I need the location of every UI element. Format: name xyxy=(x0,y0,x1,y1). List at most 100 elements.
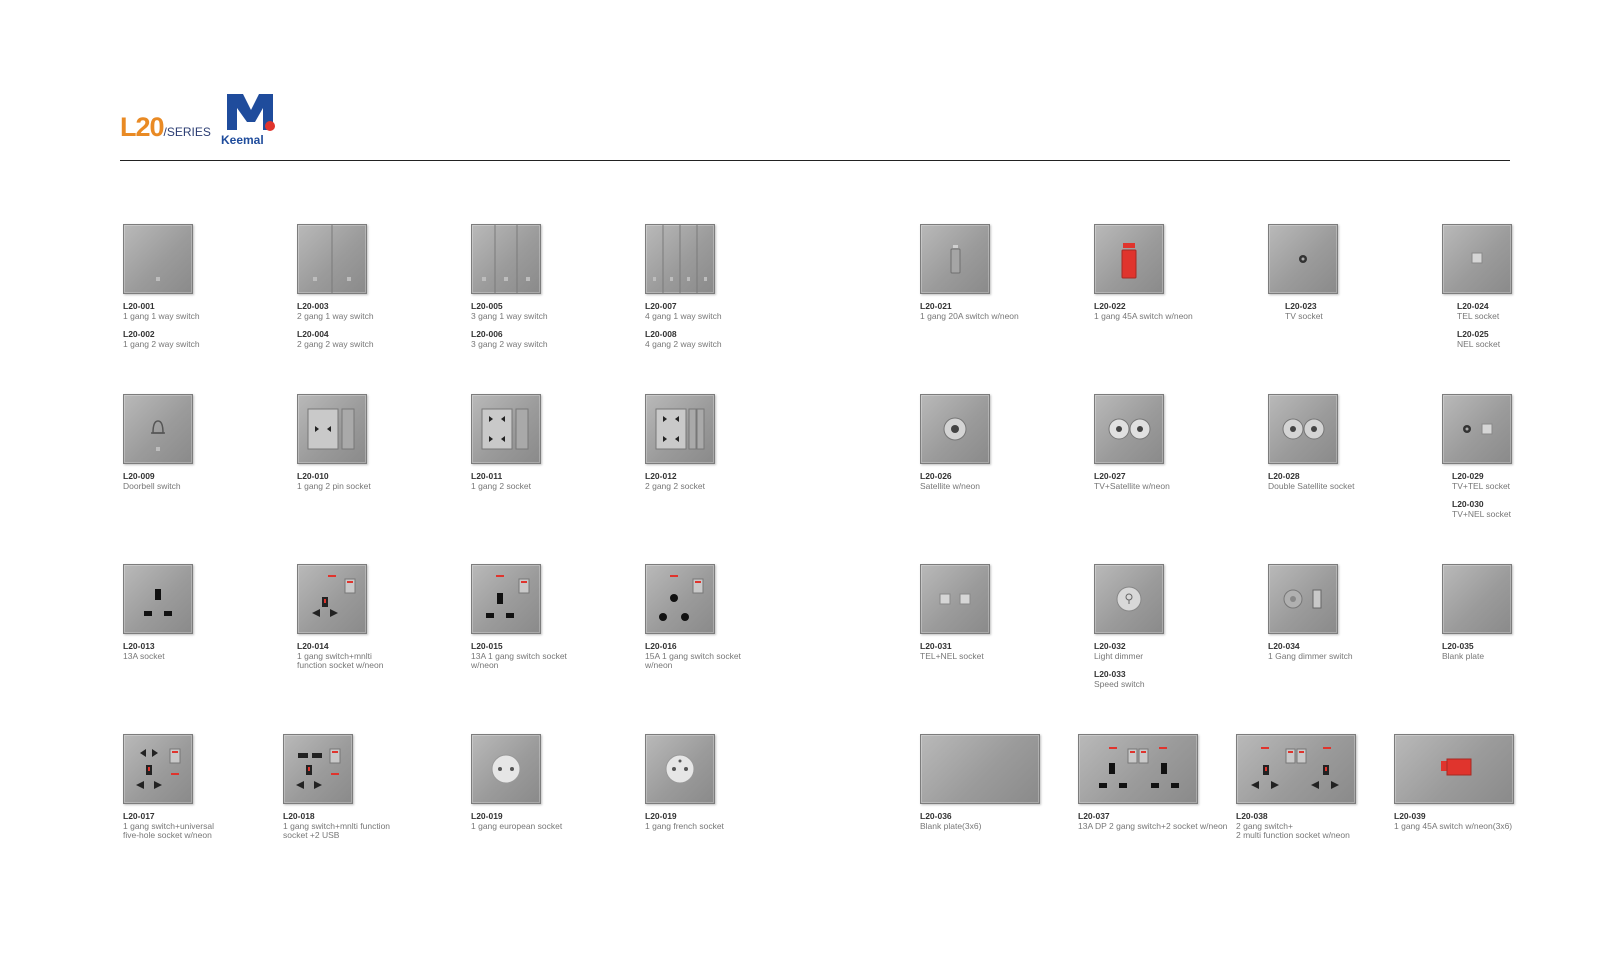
product-label: L20-009 Doorbell switch xyxy=(123,471,181,491)
tel-socket-icon xyxy=(1471,252,1483,264)
product-tile xyxy=(1442,394,1512,464)
satellite-socket-icon xyxy=(943,417,967,441)
european-socket-icon xyxy=(491,754,521,784)
product-tile xyxy=(471,734,541,804)
product-desc: w/neon xyxy=(645,660,673,670)
45a-switch-wide-icon xyxy=(1441,758,1472,776)
product-desc: TV+NEL socket xyxy=(1452,508,1511,519)
product-label: L20-021 1 gang 20A switch w/neon xyxy=(920,301,1019,321)
series-name: L20 xyxy=(120,112,165,142)
product-desc: 13A DP 2 gang switch+2 socket w/neon xyxy=(1078,820,1228,831)
product-desc: 1 Gang dimmer switch xyxy=(1268,650,1353,661)
product-label: L20-028 Double Satellite socket xyxy=(1268,471,1355,491)
product-label: L20-029 TV+TEL socket L20-030 TV+NEL soc… xyxy=(1452,471,1511,519)
product-desc: Doorbell switch xyxy=(123,480,181,491)
product-tile xyxy=(645,564,715,634)
product-desc: Satellite w/neon xyxy=(920,480,981,491)
product-desc: 1 gang 2 way switch xyxy=(123,338,200,349)
product-desc: Light dimmer xyxy=(1094,650,1144,661)
product-desc: socket +2 USB xyxy=(283,830,340,840)
double-socket-two-gang-icon xyxy=(655,408,705,450)
product-tile xyxy=(645,394,715,464)
product-label: L20-013 13A socket xyxy=(123,641,165,661)
product-desc: 2 gang 2 way switch xyxy=(297,338,374,349)
product-label: L20-027 TV+Satellite w/neon xyxy=(1094,471,1170,491)
tv-satellite-socket-icon xyxy=(1108,418,1151,440)
product-tile xyxy=(123,394,193,464)
product-tile xyxy=(1094,394,1164,464)
product-tile xyxy=(471,394,541,464)
product-label: L20-039 1 gang 45A switch w/neon(3x6) xyxy=(1394,811,1513,831)
product-label: L20-007 4 gang 1 way switch L20-008 4 ga… xyxy=(645,301,722,349)
series-title: L20/SERIES xyxy=(120,112,211,143)
product-tile xyxy=(1442,224,1512,294)
product-label: L20-037 13A DP 2 gang switch+2 socket w/… xyxy=(1078,811,1228,831)
product-tile xyxy=(920,564,990,634)
product-label: L20-024 TEL socket L20-025 NEL socket xyxy=(1457,301,1500,349)
three-gang-switch-icon xyxy=(482,225,530,293)
product-tile xyxy=(471,564,541,634)
product-label: L20-032 Light dimmer L20-033 Speed switc… xyxy=(1094,641,1145,689)
product-tile xyxy=(920,394,990,464)
product-desc: five-hole socket w/neon xyxy=(123,830,212,840)
product-desc: 1 gang french socket xyxy=(645,820,724,831)
two-pin-socket-icon xyxy=(307,408,355,450)
product-label: L20-015 13A 1 gang switch socket w/neon xyxy=(471,641,567,671)
product-tile xyxy=(645,224,715,294)
tel-nel-socket-icon xyxy=(939,593,971,605)
product-desc: 1 gang 45A switch w/neon(3x6) xyxy=(1394,820,1513,831)
product-desc: 1 gang 45A switch w/neon xyxy=(1094,310,1193,321)
product-tile xyxy=(297,394,367,464)
product-tile xyxy=(645,734,715,804)
product-desc: function socket w/neon xyxy=(297,660,384,670)
product-label: L20-001 1 gang 1 way switch L20-002 1 ga… xyxy=(123,301,200,349)
dimmer-switch-icon xyxy=(1283,589,1322,609)
product-label: L20-023 TV socket xyxy=(1285,301,1323,321)
product-desc: 1 gang 2 socket xyxy=(471,480,532,491)
two-gang-switch-icon xyxy=(313,225,351,293)
product-label: L20-017 1 gang switch+universal five-hol… xyxy=(123,811,214,841)
product-desc: TEL socket xyxy=(1457,310,1500,321)
double-socket-icon xyxy=(481,408,529,450)
switch-rocker-icon xyxy=(156,277,160,281)
product-desc: 1 gang 20A switch w/neon xyxy=(920,310,1019,321)
product-tile xyxy=(1268,224,1338,294)
bell-icon xyxy=(151,420,165,451)
product-label: L20-019 1 gang french socket xyxy=(645,811,724,831)
20a-switch-icon xyxy=(950,245,961,274)
product-desc: TV socket xyxy=(1285,310,1323,321)
13a-socket-icon xyxy=(144,589,172,616)
brand-name: Keemal xyxy=(221,133,264,147)
product-label: L20-012 2 gang 2 socket xyxy=(645,471,705,491)
product-desc: 1 gang european socket xyxy=(471,820,563,831)
product-desc: Blank plate xyxy=(1442,650,1485,661)
dimmer-knob-icon xyxy=(1116,586,1142,612)
product-label: L20-036 Blank plate(3x6) xyxy=(920,811,981,831)
product-tile xyxy=(1442,564,1512,634)
product-desc: 1 gang 1 way switch xyxy=(123,310,200,321)
usb-socket-icon xyxy=(296,748,341,789)
tv-tel-socket-icon xyxy=(1463,423,1493,435)
product-label: L20-031 TEL+NEL socket xyxy=(920,641,984,661)
product-tile xyxy=(1268,394,1338,464)
product-desc: 13A socket xyxy=(123,650,165,661)
product-desc: Double Satellite socket xyxy=(1268,480,1355,491)
product-label: L20-019 1 gang european socket xyxy=(471,811,563,831)
product-desc: 3 gang 1 way switch xyxy=(471,310,548,321)
product-label: L20-010 1 gang 2 pin socket xyxy=(297,471,371,491)
double-multi-function-socket-icon xyxy=(1251,747,1339,789)
product-desc: Speed switch xyxy=(1094,678,1145,689)
product-label: L20-014 1 gang switch+mnlti function soc… xyxy=(297,641,384,671)
15a-switch-socket-icon xyxy=(659,575,704,621)
double-13a-socket-icon xyxy=(1099,747,1179,788)
product-tile xyxy=(1236,734,1356,804)
product-tile xyxy=(283,734,353,804)
product-tile xyxy=(1094,564,1164,634)
product-desc: 1 gang 2 pin socket xyxy=(297,480,371,491)
product-label: L20-011 1 gang 2 socket xyxy=(471,471,532,491)
page-header: L20/SERIES Keemal xyxy=(120,86,1510,166)
french-socket-icon xyxy=(665,754,695,784)
13a-switch-socket-icon xyxy=(486,575,530,618)
product-tile xyxy=(920,224,990,294)
product-desc: w/neon xyxy=(471,660,499,670)
